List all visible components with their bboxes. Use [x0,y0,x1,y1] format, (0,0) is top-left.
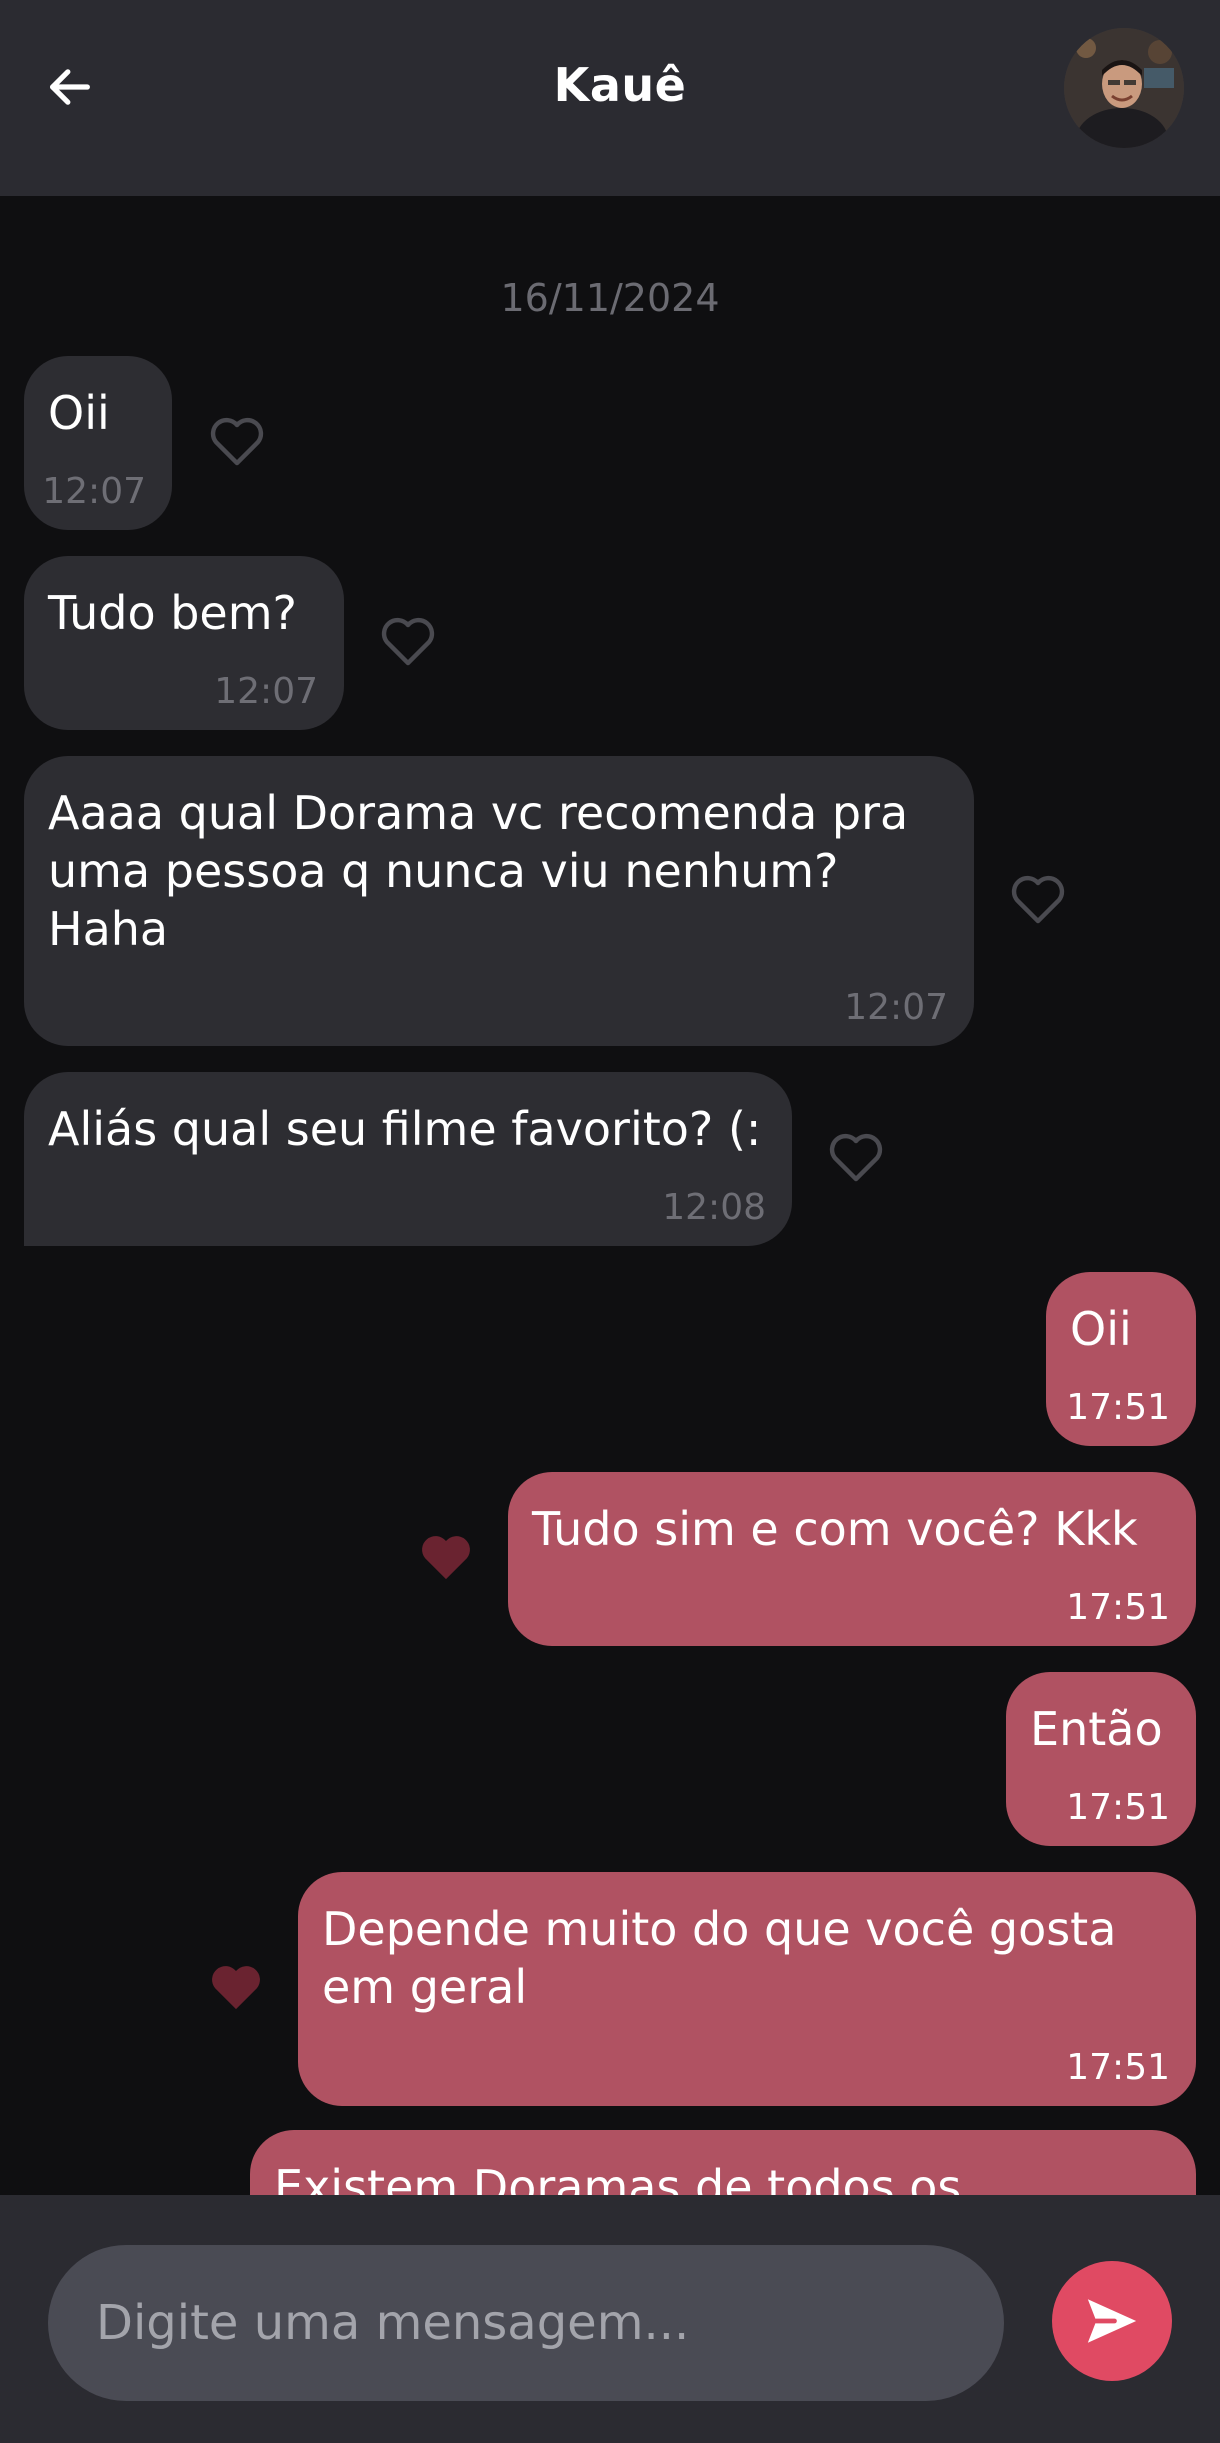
message-time: 17:51 [1066,1387,1170,1428]
chat-screen: Kauê 16/11/2024 Oii 12:07 Tudo bem? 12:0… [0,0,1220,2443]
message-text: Tudo bem? [48,586,297,640]
send-button[interactable] [1052,2261,1172,2381]
like-button[interactable] [378,614,438,668]
message-bubble-outgoing[interactable]: Tudo sim e com você? Kkk 17:51 [508,1472,1196,1646]
message-text: Oii [48,386,110,440]
like-button[interactable] [1008,872,1068,926]
avatar-photo [1064,28,1184,148]
message-bubble-outgoing[interactable]: Depende muito do que você gosta em geral… [298,1872,1196,2106]
message-time: 17:51 [1066,1787,1170,1828]
message-time: 17:51 [1066,1587,1170,1628]
message-text: Existem Doramas de todos os [274,2160,962,2195]
message-bubble-incoming[interactable]: Aaaa qual Dorama vc recomenda pra uma pe… [24,756,974,1046]
message-time: 17:51 [1066,2047,1170,2088]
message-text: Oii [1070,1302,1132,1356]
heart-outline-icon [210,417,264,466]
like-button[interactable] [416,1530,476,1584]
message-list[interactable]: 16/11/2024 Oii 12:07 Tudo bem? 12:07 Aaa… [0,196,1220,2195]
message-text: Aliás qual seu filme favorito? (: [48,1102,762,1156]
message-text: Então [1030,1702,1163,1756]
contact-avatar[interactable] [1064,28,1184,148]
message-text: Aaaa qual Dorama vc recomenda pra uma pe… [48,786,909,956]
heart-filled-icon [422,1536,470,1580]
chat-header: Kauê [0,0,1220,196]
message-bubble-outgoing[interactable]: Então 17:51 [1006,1672,1196,1846]
message-text: Tudo sim e com você? Kkk [532,1502,1138,1556]
message-time: 12:07 [214,671,318,712]
paper-plane-icon [1087,2299,1137,2343]
like-button[interactable] [207,414,267,468]
heart-outline-icon [381,617,435,666]
message-bubble-incoming[interactable]: Tudo bem? 12:07 [24,556,344,730]
message-composer [0,2195,1220,2443]
contact-name: Kauê [553,58,687,112]
heart-outline-icon [829,1133,883,1182]
like-button[interactable] [206,1960,266,2014]
message-bubble-outgoing[interactable]: Existem Doramas de todos os [250,2130,1196,2195]
message-time: 12:07 [42,471,146,512]
message-bubble-outgoing[interactable]: Oii 17:51 [1046,1272,1196,1446]
heart-outline-icon [1011,875,1065,924]
message-time: 12:07 [844,987,948,1028]
message-bubble-incoming[interactable]: Oii 12:07 [24,356,172,530]
heart-filled-icon [212,1966,260,2010]
message-input[interactable] [48,2245,1004,2401]
like-button[interactable] [826,1130,886,1184]
message-bubble-incoming[interactable]: Aliás qual seu filme favorito? (: 12:08 [24,1072,792,1246]
date-separator: 16/11/2024 [500,276,720,320]
message-time: 12:08 [662,1187,766,1228]
message-text: Depende muito do que você gosta em geral [322,1902,1117,2014]
